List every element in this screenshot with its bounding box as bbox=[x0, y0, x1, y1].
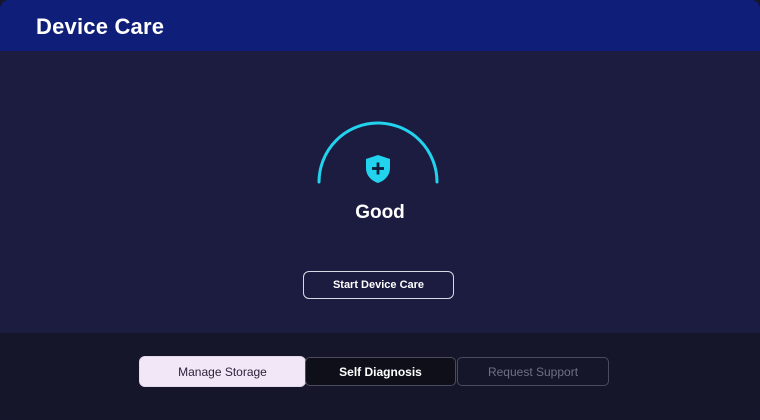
header-bar: Device Care bbox=[0, 0, 760, 51]
request-support-button[interactable]: Request Support bbox=[457, 357, 609, 386]
self-diagnosis-button[interactable]: Self Diagnosis bbox=[305, 357, 456, 386]
start-device-care-button[interactable]: Start Device Care bbox=[303, 271, 454, 299]
manage-storage-button[interactable]: Manage Storage bbox=[140, 357, 305, 386]
shield-plus-icon bbox=[366, 155, 390, 183]
device-care-screen: Device Care Good Start Device Care Manag… bbox=[0, 0, 760, 420]
device-status-label: Good bbox=[355, 202, 405, 223]
page-title: Device Care bbox=[36, 14, 165, 39]
